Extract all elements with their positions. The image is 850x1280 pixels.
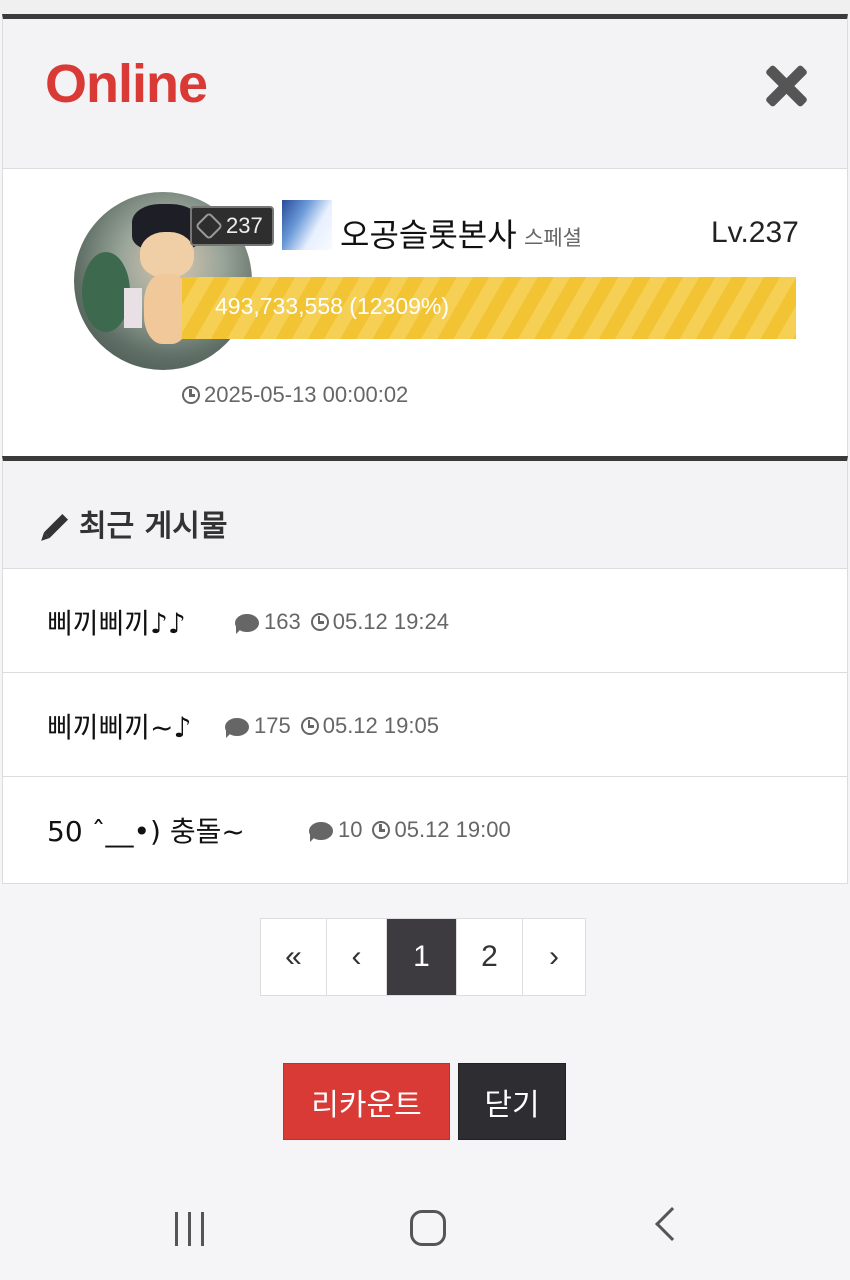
recent-posts-title: 최근 게시물 bbox=[43, 501, 227, 545]
recount-button[interactable]: 리카운트 bbox=[283, 1063, 450, 1140]
joined-time: 2025-05-13 00:00:02 bbox=[182, 382, 408, 408]
post-title[interactable]: 삐끼삐끼~♪ bbox=[47, 706, 191, 746]
pencil-icon bbox=[43, 513, 69, 539]
recent-posts-title-text: 최근 게시물 bbox=[79, 509, 228, 544]
pagination: « ‹ 1 2 › bbox=[260, 918, 586, 996]
joined-time-text: 2025-05-13 00:00:02 bbox=[204, 382, 409, 407]
clock-icon bbox=[182, 386, 200, 404]
xp-text: 493,733,558 (12309%) bbox=[215, 293, 450, 319]
comment-icon bbox=[235, 614, 259, 634]
level-text: Lv.237 bbox=[711, 216, 799, 249]
comment-icon bbox=[225, 718, 249, 738]
system-nav-bar bbox=[0, 1180, 850, 1280]
pagination-page-2[interactable]: 2 bbox=[457, 919, 523, 995]
post-time: 05.12 19:05 bbox=[322, 713, 439, 738]
post-meta: 175 05.12 19:05 bbox=[225, 713, 439, 739]
recent-posts-header: 최근 게시물 bbox=[3, 461, 847, 569]
level-badge-value: 237 bbox=[226, 213, 263, 238]
post-row[interactable]: 삐끼삐끼~♪ 175 05.12 19:05 bbox=[3, 673, 847, 777]
recents-icon[interactable] bbox=[173, 1212, 207, 1246]
post-title[interactable]: 삐끼삐끼♪♪ bbox=[47, 602, 186, 642]
post-comments: 175 bbox=[254, 713, 291, 738]
post-time: 05.12 19:00 bbox=[394, 817, 511, 842]
pagination-first[interactable]: « bbox=[261, 919, 327, 995]
post-title[interactable]: 50 ˆ__•) 충돌~ bbox=[47, 810, 245, 850]
level-badge: 237 bbox=[190, 206, 274, 246]
close-icon[interactable] bbox=[763, 63, 809, 109]
clock-icon bbox=[300, 717, 319, 735]
recent-posts-card: 최근 게시물 삐끼삐끼♪♪ 163 05.12 19:24 삐끼삐끼~♪ 175 0… bbox=[2, 456, 848, 884]
home-icon[interactable] bbox=[410, 1210, 446, 1246]
post-row[interactable]: 삐끼삐끼♪♪ 163 05.12 19:24 bbox=[3, 569, 847, 673]
post-time: 05.12 19:24 bbox=[332, 609, 449, 634]
xp-bar: 493,733,558 (12309%) bbox=[182, 277, 796, 339]
post-meta: 10 05.12 19:00 bbox=[309, 817, 511, 843]
clock-icon bbox=[310, 613, 329, 631]
back-icon[interactable] bbox=[655, 1207, 689, 1241]
post-comments: 163 bbox=[264, 609, 301, 634]
post-meta: 163 05.12 19:24 bbox=[235, 609, 449, 635]
gem-icon bbox=[194, 211, 224, 241]
post-row[interactable]: 50 ˆ__•) 충돌~ 10 05.12 19:00 bbox=[3, 777, 847, 881]
modal-header: Online bbox=[3, 19, 847, 169]
close-button[interactable]: 닫기 bbox=[458, 1063, 566, 1140]
rank-image bbox=[282, 200, 332, 250]
top-strip bbox=[0, 0, 850, 14]
rank-label: 스페셜 bbox=[524, 226, 582, 250]
pagination-page-1[interactable]: 1 bbox=[387, 919, 457, 995]
pagination-prev[interactable]: ‹ bbox=[327, 919, 387, 995]
comment-icon bbox=[309, 822, 333, 842]
post-comments: 10 bbox=[338, 817, 363, 842]
clock-icon bbox=[372, 821, 391, 839]
nickname: 오공슬롯본사 bbox=[340, 217, 517, 253]
pagination-next[interactable]: › bbox=[523, 919, 585, 995]
modal-title: Online bbox=[45, 54, 208, 114]
